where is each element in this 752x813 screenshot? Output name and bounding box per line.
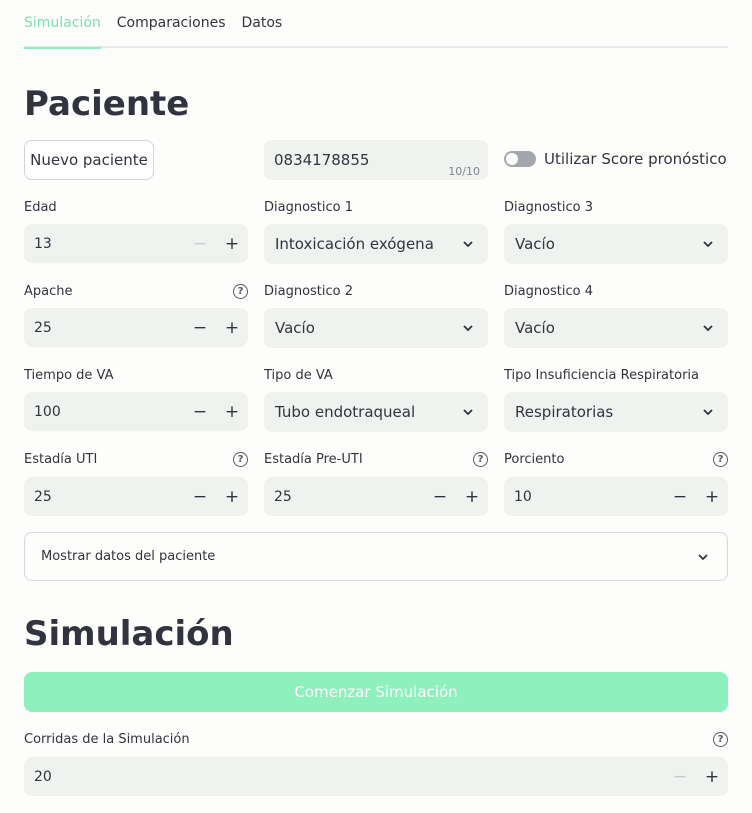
- estadia-pre-uti-label-text: Estadía Pre-UTI: [264, 452, 363, 467]
- chevron-down-icon: [703, 241, 713, 248]
- diag1-label: Diagnostico 1: [264, 200, 488, 215]
- minus-icon[interactable]: −: [184, 308, 216, 347]
- toggle-label: Utilizar Score pronóstico: [544, 150, 727, 168]
- diag4-label-text: Diagnostico 4: [504, 284, 594, 299]
- plus-icon[interactable]: +: [216, 224, 248, 263]
- porciento-label: Porciento ?: [504, 452, 728, 467]
- minus-icon[interactable]: −: [184, 477, 216, 516]
- chevron-down-icon: [463, 409, 473, 416]
- score-toggle[interactable]: Utilizar Score pronóstico: [504, 150, 727, 168]
- edad-label-text: Edad: [24, 200, 57, 215]
- minus-icon[interactable]: −: [184, 392, 216, 431]
- new-patient-button[interactable]: Nuevo paciente: [24, 140, 154, 180]
- estadia-pre-uti-number-input[interactable]: 25 − +: [264, 477, 488, 516]
- tipo-ir-select[interactable]: Respiratorias: [504, 392, 728, 432]
- runs-label: Corridas de la Simulación ?: [24, 732, 728, 747]
- tiempo-va-label-text: Tiempo de VA: [24, 368, 114, 383]
- plus-icon[interactable]: +: [216, 308, 248, 347]
- diag1-label-text: Diagnostico 1: [264, 200, 354, 215]
- diag4-select[interactable]: Vacío: [504, 308, 728, 348]
- tipo-va-label: Tipo de VA: [264, 368, 488, 383]
- simulation-title: Simulación: [24, 614, 234, 654]
- tipo-va-value: Tubo endotraqueal: [275, 403, 416, 421]
- diag1-select[interactable]: Intoxicación exógena: [264, 224, 488, 264]
- help-icon[interactable]: ?: [233, 452, 248, 467]
- minus-icon[interactable]: −: [664, 477, 696, 516]
- help-icon[interactable]: ?: [233, 284, 248, 299]
- estadia-uti-label-text: Estadía UTI: [24, 452, 98, 467]
- estadia-uti-value: 25: [34, 488, 52, 505]
- toggle-switch[interactable]: [504, 151, 536, 167]
- porciento-value: 10: [514, 488, 532, 505]
- estadia-uti-label: Estadía UTI ?: [24, 452, 248, 467]
- tiempo-va-number-input[interactable]: 100 − +: [24, 392, 248, 431]
- help-icon[interactable]: ?: [473, 452, 488, 467]
- apache-label: Apache ?: [24, 284, 248, 299]
- patient-title: Paciente: [24, 84, 190, 124]
- diag2-select[interactable]: Vacío: [264, 308, 488, 348]
- help-icon[interactable]: ?: [713, 452, 728, 467]
- chevron-down-icon: [703, 325, 713, 332]
- tiempo-va-value: 100: [34, 403, 61, 420]
- diag3-label: Diagnostico 3: [504, 200, 728, 215]
- plus-icon[interactable]: +: [216, 392, 248, 431]
- diag4-value: Vacío: [515, 319, 555, 337]
- diag3-select[interactable]: Vacío: [504, 224, 728, 264]
- porciento-number-input[interactable]: 10 − +: [504, 477, 728, 516]
- start-simulation-button[interactable]: Comenzar Simulación: [24, 672, 728, 712]
- plus-icon[interactable]: +: [696, 477, 728, 516]
- minus-icon[interactable]: −: [664, 757, 696, 796]
- tiempo-va-label: Tiempo de VA: [24, 368, 248, 383]
- diag1-value: Intoxicación exógena: [275, 235, 434, 253]
- edad-value: 13: [34, 235, 52, 252]
- tipo-va-select[interactable]: Tubo endotraqueal: [264, 392, 488, 432]
- estadia-uti-number-input[interactable]: 25 − +: [24, 477, 248, 516]
- patient-data-expander[interactable]: Mostrar datos del paciente: [24, 532, 728, 581]
- runs-value: 20: [34, 768, 52, 785]
- plus-icon[interactable]: +: [216, 477, 248, 516]
- runs-number-input[interactable]: 20 − +: [24, 757, 728, 796]
- porciento-label-text: Porciento: [504, 452, 565, 467]
- plus-icon[interactable]: +: [456, 477, 488, 516]
- chevron-down-icon: [698, 553, 708, 560]
- tipo-ir-label: Tipo Insuficiencia Respiratoria: [504, 368, 728, 383]
- chevron-down-icon: [463, 325, 473, 332]
- runs-label-text: Corridas de la Simulación: [24, 732, 190, 747]
- diag4-label: Diagnostico 4: [504, 284, 728, 299]
- tab-datos[interactable]: Datos: [242, 0, 283, 47]
- expander-label: Mostrar datos del paciente: [41, 549, 216, 564]
- diag2-label-text: Diagnostico 2: [264, 284, 354, 299]
- char-counter: 10/10: [448, 165, 480, 178]
- diag2-label: Diagnostico 2: [264, 284, 488, 299]
- apache-value: 25: [34, 319, 52, 336]
- tab-simulacion[interactable]: Simulación: [24, 0, 101, 49]
- diag3-label-text: Diagnostico 3: [504, 200, 594, 215]
- apache-label-text: Apache: [24, 284, 73, 299]
- tipo-ir-label-text: Tipo Insuficiencia Respiratoria: [504, 368, 699, 383]
- tipo-ir-value: Respiratorias: [515, 403, 614, 421]
- patient-id-input[interactable]: 0834178855 10/10: [264, 140, 488, 180]
- edad-number-input[interactable]: 13 − +: [24, 224, 248, 263]
- diag3-value: Vacío: [515, 235, 555, 253]
- apache-number-input[interactable]: 25 − +: [24, 308, 248, 347]
- chevron-down-icon: [463, 241, 473, 248]
- patient-id-value: 0834178855: [274, 151, 370, 169]
- minus-icon[interactable]: −: [184, 224, 216, 263]
- estadia-pre-uti-label: Estadía Pre-UTI ?: [264, 452, 488, 467]
- edad-label: Edad: [24, 200, 248, 215]
- tab-comparaciones[interactable]: Comparaciones: [117, 0, 226, 47]
- tab-bar: Simulación Comparaciones Datos: [24, 0, 728, 49]
- estadia-pre-uti-value: 25: [274, 488, 292, 505]
- plus-icon[interactable]: +: [696, 757, 728, 796]
- minus-icon[interactable]: −: [424, 477, 456, 516]
- chevron-down-icon: [703, 409, 713, 416]
- help-icon[interactable]: ?: [713, 732, 728, 747]
- tipo-va-label-text: Tipo de VA: [264, 368, 333, 383]
- diag2-value: Vacío: [275, 319, 315, 337]
